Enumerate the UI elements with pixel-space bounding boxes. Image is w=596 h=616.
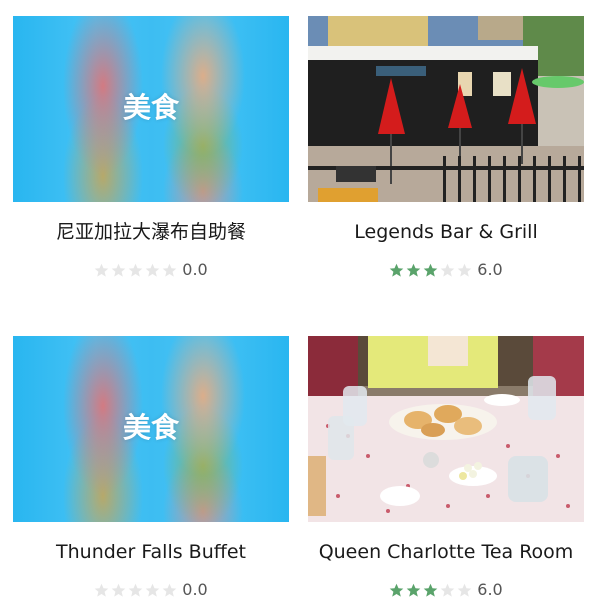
star-filled-icon: [423, 583, 438, 598]
star-filled-icon: [406, 263, 421, 278]
star-empty-icon: [111, 583, 126, 598]
placeholder-label: 美食: [122, 411, 179, 444]
rating: 6.0: [308, 262, 584, 278]
star-rating: [389, 583, 472, 598]
star-empty-icon: [128, 583, 143, 598]
rating-score: 6.0: [477, 260, 503, 279]
restaurant-photo[interactable]: [308, 16, 584, 202]
restaurant-grid: 美食 尼亚加拉大瀑布自助餐 0.0 Legends Bar & Grill 6.…: [0, 0, 596, 616]
rating-score: 6.0: [477, 580, 503, 599]
star-empty-icon: [457, 583, 472, 598]
star-empty-icon: [145, 583, 160, 598]
tea-photo: [308, 336, 584, 522]
star-empty-icon: [440, 263, 455, 278]
star-empty-icon: [162, 263, 177, 278]
star-filled-icon: [406, 583, 421, 598]
patio-photo: [308, 16, 584, 202]
restaurant-card[interactable]: 美食 Thunder Falls Buffet 0.0: [13, 336, 289, 598]
star-filled-icon: [423, 263, 438, 278]
placeholder-label: 美食: [122, 91, 179, 124]
star-filled-icon: [389, 263, 404, 278]
rating: 6.0: [308, 582, 584, 598]
star-rating: [389, 263, 472, 278]
star-empty-icon: [94, 263, 109, 278]
restaurant-title[interactable]: 尼亚加拉大瀑布自助餐: [13, 220, 289, 244]
food-placeholder-image[interactable]: 美食: [13, 336, 289, 522]
star-rating: [94, 583, 177, 598]
star-empty-icon: [128, 263, 143, 278]
rating-score: 0.0: [182, 580, 208, 599]
restaurant-card[interactable]: Legends Bar & Grill 6.0: [308, 16, 584, 278]
food-placeholder-image[interactable]: 美食: [13, 16, 289, 202]
restaurant-title[interactable]: Thunder Falls Buffet: [13, 540, 289, 564]
rating-score: 0.0: [182, 260, 208, 279]
rating: 0.0: [13, 262, 289, 278]
restaurant-title[interactable]: Legends Bar & Grill: [308, 220, 584, 244]
star-rating: [94, 263, 177, 278]
restaurant-card[interactable]: Queen Charlotte Tea Room 6.0: [308, 336, 584, 598]
restaurant-card[interactable]: 美食 尼亚加拉大瀑布自助餐 0.0: [13, 16, 289, 278]
star-empty-icon: [145, 263, 160, 278]
star-empty-icon: [94, 583, 109, 598]
star-empty-icon: [111, 263, 126, 278]
restaurant-title[interactable]: Queen Charlotte Tea Room: [308, 540, 584, 564]
star-empty-icon: [162, 583, 177, 598]
star-empty-icon: [440, 583, 455, 598]
star-empty-icon: [457, 263, 472, 278]
rating: 0.0: [13, 582, 289, 598]
star-filled-icon: [389, 583, 404, 598]
restaurant-photo[interactable]: [308, 336, 584, 522]
